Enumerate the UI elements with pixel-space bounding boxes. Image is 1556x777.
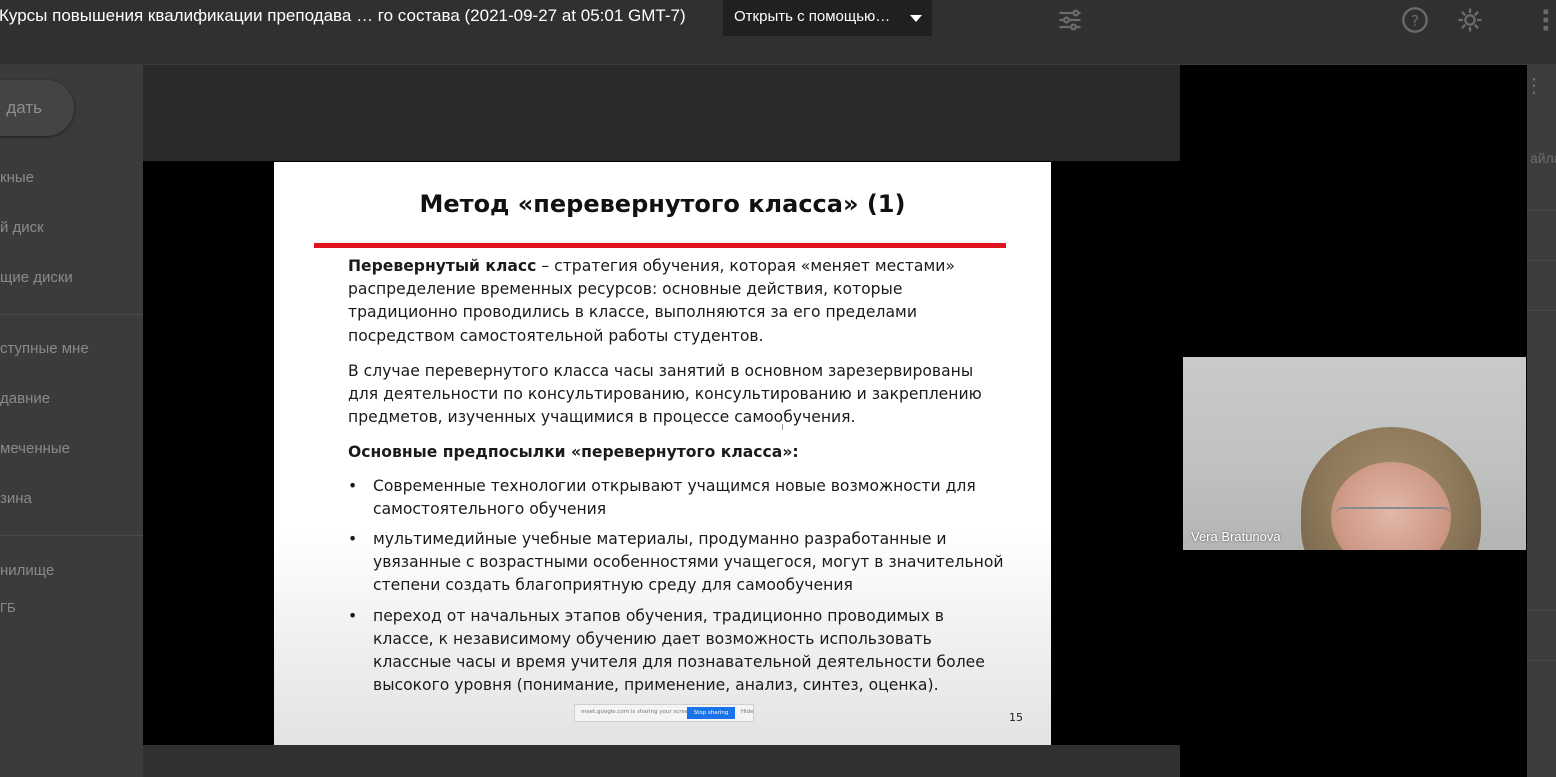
slide-body: Перевернутый класс – стратегия обучения,… bbox=[348, 255, 1008, 704]
prerequisites-list: Современные технологии открывают учащимс… bbox=[348, 475, 1008, 698]
file-list-row-divider bbox=[1527, 260, 1556, 261]
participant-video-tile: Vera Bratunova bbox=[1183, 357, 1526, 550]
list-item: Современные технологии открывают учащимс… bbox=[348, 475, 1008, 521]
file-list-row-divider bbox=[1527, 610, 1556, 611]
open-with-label: Открыть с помощью… bbox=[734, 8, 891, 25]
video-top-band bbox=[143, 65, 1180, 161]
slide-page-number: 15 bbox=[1009, 711, 1023, 724]
file-list-strip bbox=[1527, 64, 1556, 777]
share-notice-text: meet.google.com is sharing your screen. bbox=[581, 709, 694, 715]
participant-glasses bbox=[1335, 507, 1451, 529]
file-list-row-divider bbox=[1527, 660, 1556, 661]
video-bottom-band bbox=[143, 745, 1180, 777]
file-title: Курсы повышения квалификации преподава …… bbox=[0, 6, 686, 25]
file-list-row-divider bbox=[1527, 210, 1556, 211]
presentation-slide: Метод «перевернутого класса» (1) Перевер… bbox=[274, 162, 1051, 745]
file-list-row-divider bbox=[1527, 310, 1556, 311]
screen-share-bar: meet.google.com is sharing your screen. … bbox=[574, 704, 754, 722]
dropdown-caret-icon bbox=[910, 15, 922, 22]
hide-button: Hide bbox=[741, 709, 754, 715]
file-list-column-header: айла bbox=[1530, 150, 1556, 166]
gear-icon[interactable] bbox=[1456, 6, 1484, 34]
storage-usage-text: ГБ bbox=[0, 600, 16, 615]
mouse-cursor bbox=[782, 424, 787, 430]
explanation-paragraph: В случае перевернутого класса часы занят… bbox=[348, 361, 982, 427]
participant-name: Vera Bratunova bbox=[1191, 529, 1281, 544]
list-item: переход от начальных этапов обучения, тр… bbox=[348, 605, 1008, 698]
sidebar-item-priority[interactable]: кные bbox=[0, 169, 34, 186]
sidebar-item-my-drive[interactable]: й диск bbox=[0, 219, 44, 236]
filter-settings-icon[interactable] bbox=[1056, 6, 1084, 34]
title-underline bbox=[314, 243, 1006, 248]
stop-sharing-button: Stop sharing bbox=[687, 707, 735, 719]
list-item: мультимедийные учебные материалы, продум… bbox=[348, 528, 1008, 598]
sidebar-divider bbox=[0, 535, 143, 536]
svg-text:?: ? bbox=[1411, 12, 1419, 30]
sidebar-item-trash[interactable]: зина bbox=[0, 490, 32, 507]
open-with-button[interactable]: Открыть с помощью… bbox=[723, 0, 932, 36]
more-vert-icon[interactable]: ⋮ bbox=[1524, 76, 1544, 96]
sidebar-item-storage[interactable]: нилище bbox=[0, 562, 54, 579]
definition-paragraph: Перевернутый класс – стратегия обучения,… bbox=[348, 255, 1008, 348]
help-icon[interactable]: ? bbox=[1401, 6, 1429, 34]
sidebar-item-shared-with-me[interactable]: ступные мне bbox=[0, 340, 89, 357]
apps-grid-icon[interactable] bbox=[1540, 6, 1556, 34]
create-button[interactable]: дать bbox=[0, 80, 74, 136]
sidebar-item-recent[interactable]: давние bbox=[0, 390, 50, 407]
slide-title: Метод «перевернутого класса» (1) bbox=[419, 190, 906, 218]
prerequisites-heading: Основные предпосылки «перевернутого клас… bbox=[348, 443, 799, 462]
sidebar-item-starred[interactable]: меченные bbox=[0, 440, 70, 457]
sidebar-item-shared-drives[interactable]: щие диски bbox=[0, 269, 73, 286]
definition-term: Перевернутый класс bbox=[348, 257, 537, 275]
sidebar-divider bbox=[0, 314, 143, 315]
